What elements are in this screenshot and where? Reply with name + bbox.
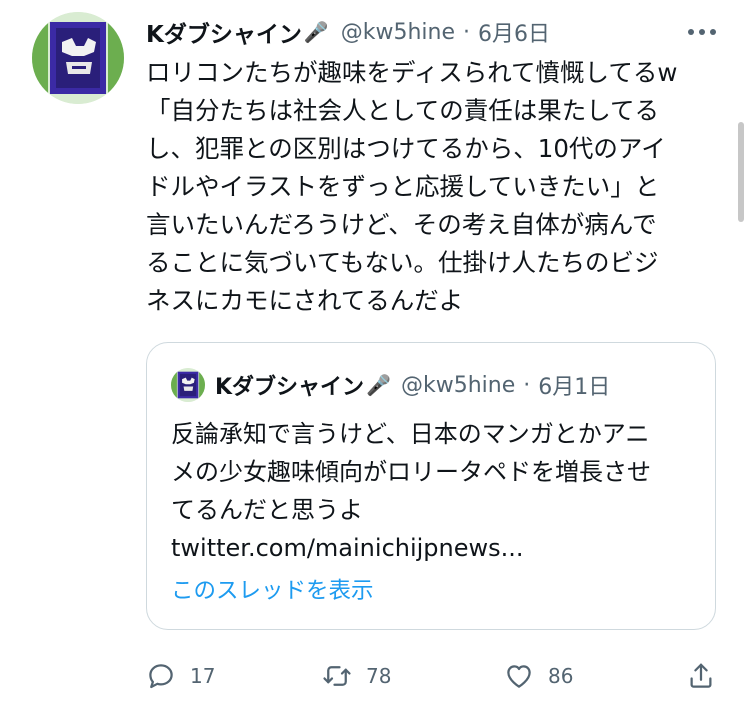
reply-button[interactable]: 17 xyxy=(146,656,215,696)
separator-dot: · xyxy=(523,372,531,398)
author-name[interactable]: Kダブシャイン xyxy=(146,15,302,49)
quoted-text-line: メの少女趣味傾向がロリータペドを増長させ xyxy=(171,458,651,486)
show-thread-link[interactable]: このスレッドを表示 xyxy=(171,573,374,605)
author-avatar[interactable] xyxy=(32,12,124,104)
share-icon xyxy=(690,663,712,688)
like-count: 86 xyxy=(548,664,574,688)
share-button[interactable] xyxy=(686,656,716,696)
tweet-text-line: ドルやイラストをずっと応援していきたい」と xyxy=(146,172,660,201)
more-button[interactable] xyxy=(682,14,722,50)
quoted-tweet-date: 6月1日 xyxy=(538,375,611,400)
quoted-author-name: Kダブシャイン xyxy=(215,375,365,400)
microphone-emoji: 🎤 xyxy=(366,373,391,397)
retweet-icon xyxy=(323,666,351,686)
quoted-author-handle: @kw5hine xyxy=(400,372,516,398)
tweet-text-line: 言いたいんだろうけど、その考え自体が病んで xyxy=(146,210,657,239)
tweet-text-line: ることに気づいてもない。仕掛け人たちのビジ xyxy=(146,248,659,277)
tweet-header: Kダブシャイン 🎤 @kw5hine · 6月6日 xyxy=(146,14,550,50)
quoted-tweet-text: 反論承知で言うけど、日本のマンガとかアニ メの少女趣味傾向がロリータペドを増長さ… xyxy=(171,415,701,567)
reply-icon xyxy=(149,664,173,689)
quoted-text-line: 反論承知で言うけど、日本のマンガとかアニ xyxy=(171,420,650,448)
microphone-emoji: 🎤 xyxy=(303,20,329,44)
quoted-author-avatar xyxy=(171,368,205,402)
quoted-tweet-header: Kダブシャイン 🎤 @kw5hine · 6月1日 xyxy=(171,367,610,403)
reply-count: 17 xyxy=(190,664,216,688)
like-button[interactable]: 86 xyxy=(504,656,573,696)
tweet-text: ロリコンたちが趣味をディスられて憤慨してるw 「自分たちは社会人としての責任は果… xyxy=(146,54,716,320)
tweet-date[interactable]: 6月6日 xyxy=(478,16,550,48)
quoted-tweet-card[interactable]: Kダブシャイン 🎤 @kw5hine · 6月1日 反論承知で言うけど、日本のマ… xyxy=(146,342,716,630)
retweet-button[interactable]: 78 xyxy=(322,656,391,696)
scrollbar-thumb[interactable] xyxy=(738,122,744,222)
separator-dot: · xyxy=(463,19,470,45)
quoted-text-line: てるんだと思うよ xyxy=(171,496,363,524)
quoted-link[interactable]: twitter.com/mainichijpnews... xyxy=(171,529,701,567)
tweet-text-line: ネスにカモにされてるんだよ xyxy=(146,286,464,315)
retweet-count: 78 xyxy=(366,664,392,688)
heart-icon xyxy=(507,665,531,688)
tweet-text-line: 「自分たちは社会人としての責任は果たしてる xyxy=(146,96,660,125)
tweet-text-line: し、犯罪との区別はつけてるから、10代のアイ xyxy=(146,134,666,163)
more-icon xyxy=(688,29,716,35)
tweet-text-line: ロリコンたちが趣味をディスられて憤慨してるw xyxy=(146,58,678,87)
author-handle[interactable]: @kw5hine xyxy=(341,20,455,45)
tweet-actions: 17 78 86 xyxy=(146,656,726,696)
